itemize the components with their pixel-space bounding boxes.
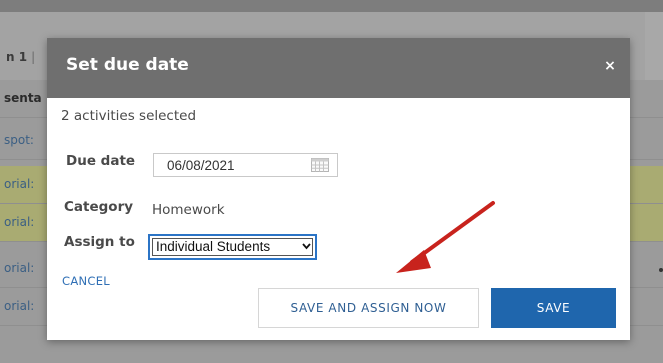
background-topbar (0, 0, 663, 12)
save-and-assign-now-button[interactable]: SAVE AND ASSIGN NOW (258, 288, 479, 328)
assign-to-label: Assign to (64, 234, 135, 250)
due-date-label: Due date (66, 153, 136, 169)
calendar-icon[interactable] (311, 158, 329, 172)
category-label: Category (64, 199, 134, 215)
due-date-input[interactable]: 06/08/2021 (153, 153, 338, 177)
save-button[interactable]: SAVE (491, 288, 616, 328)
dialog-title: Set due date (66, 55, 189, 75)
chevron-down-icon (302, 243, 311, 250)
background-title: n 1 | (6, 50, 36, 64)
due-date-value: 06/08/2021 (167, 158, 235, 173)
close-icon[interactable]: × (600, 56, 620, 76)
assign-to-value: Individual Students (156, 239, 271, 254)
category-value: Homework (152, 202, 225, 218)
cancel-button[interactable]: CANCEL (62, 274, 110, 288)
dialog-header: Set due date × (47, 38, 630, 98)
assign-to-select[interactable]: Individual Students (148, 234, 317, 260)
selection-count: 2 activities selected (61, 108, 197, 124)
background-right-panel (645, 12, 663, 80)
background-dot (659, 268, 663, 272)
set-due-date-dialog: Set due date × 2 activities selected Due… (47, 38, 630, 340)
